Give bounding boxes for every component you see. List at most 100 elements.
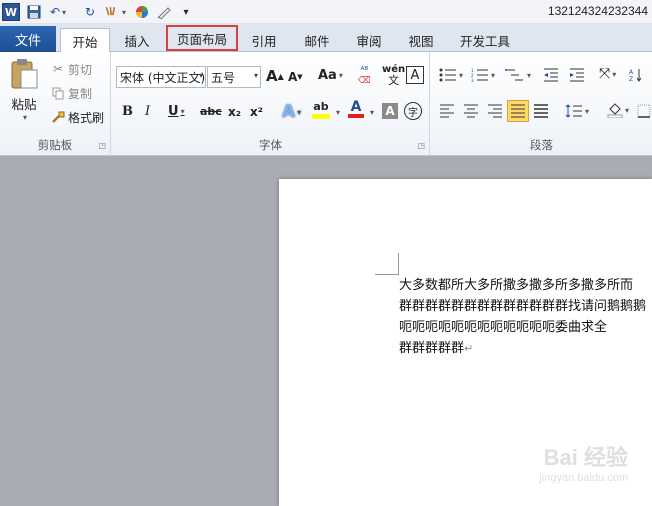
cut-button[interactable]: ✂ 剪切: [50, 60, 92, 78]
font-size-combo[interactable]: 五号 ▾: [207, 66, 261, 88]
bullets-icon: [439, 68, 456, 82]
text-effect-icon: A: [282, 102, 296, 122]
tab-file[interactable]: 文件: [0, 26, 56, 52]
strikethrough-button[interactable]: abc: [200, 105, 222, 118]
borders-icon: [637, 104, 651, 118]
chinese-layout-button[interactable]: ⤧ ▾: [599, 66, 616, 82]
pen-icon[interactable]: [156, 2, 172, 22]
align-center-button[interactable]: [463, 104, 479, 118]
underline-button[interactable]: U ▾: [168, 104, 185, 119]
align-right-icon: [488, 104, 502, 118]
brush-icon: [50, 110, 66, 124]
line-spacing-icon: [565, 104, 582, 118]
redo-icon[interactable]: ↻: [82, 2, 98, 22]
copy-button[interactable]: 复制: [50, 84, 92, 102]
copy-label: 复制: [68, 86, 93, 101]
superscript-button[interactable]: x²: [250, 105, 263, 119]
paragraph-group-label: 段落: [530, 138, 553, 152]
phonetic-guide-button[interactable]: wén 文: [382, 64, 405, 86]
scissors-icon: ✂: [52, 62, 64, 76]
doc-line-3: 呃呃呃呃呃呃呃呃呃呃呃呃委曲求全: [399, 320, 608, 335]
word-logo-icon[interactable]: W: [2, 3, 20, 21]
font-name-dropdown-icon[interactable]: ▾: [199, 71, 203, 80]
highlight-dropdown-icon[interactable]: ▾: [334, 108, 340, 117]
numbering-button[interactable]: 1 2 3 ▾: [471, 68, 495, 82]
line-spacing-button[interactable]: ▾: [565, 104, 589, 118]
multilevel-list-button[interactable]: ▾: [505, 68, 531, 82]
tab-insert[interactable]: 插入: [114, 28, 160, 52]
bold-button[interactable]: B: [122, 104, 133, 119]
paste-icon: [11, 59, 38, 89]
align-center-icon: [464, 104, 478, 118]
clear-format-eraser-icon: ⌫: [358, 76, 371, 86]
format-painter-button[interactable]: 格式刷: [50, 108, 104, 126]
document-body[interactable]: 大多数都所大多所撒多撒多所多撒多所而 群群群群群群群群群群群群群找请问鹅鹅鹅 呃…: [399, 275, 652, 359]
bullets-button[interactable]: ▾: [439, 68, 463, 82]
grow-font-button[interactable]: A ▲: [266, 67, 284, 85]
decrease-indent-icon: [544, 68, 558, 82]
group-font: 宋体 (中文正文) ▾ 五号 ▾ A ▲ A ▼ Aa ▾ ᴬᴮ ⌫ wén 文 A B …: [112, 52, 430, 156]
clipboard-launcher-icon[interactable]: ◳: [98, 141, 106, 150]
group-paragraph: ▾ 1 2 3 ▾ ▾ ⤧ ▾ AZ ▾ ▾ 段落: [431, 52, 652, 156]
highlight-button[interactable]: ab: [312, 101, 330, 119]
change-case-button[interactable]: Aa ▾: [318, 68, 343, 83]
paste-button[interactable]: 粘贴 ▾: [6, 58, 42, 128]
borders-button[interactable]: [637, 104, 651, 118]
enclose-chars-button[interactable]: 字: [404, 102, 422, 120]
tab-page-layout[interactable]: 页面布局: [166, 25, 238, 51]
underline-icon: U: [168, 104, 179, 119]
text-effect-button[interactable]: A ▾: [282, 102, 301, 122]
align-left-button[interactable]: [439, 104, 455, 118]
undo-icon[interactable]: ↶ ▾: [50, 2, 66, 22]
subscript-icon: x₂: [228, 105, 241, 119]
font-launcher-icon[interactable]: ◳: [417, 141, 425, 150]
grow-font-icon: A: [266, 67, 278, 85]
char-border-icon: A: [410, 67, 420, 83]
save-icon[interactable]: [26, 2, 42, 22]
subscript-button[interactable]: x₂: [228, 105, 241, 119]
watermark: Bai 经验 jingyan.baidu.com: [539, 440, 628, 484]
color-icon[interactable]: [134, 2, 150, 22]
italic-button[interactable]: I: [145, 104, 150, 119]
clear-format-button[interactable]: ᴬᴮ ⌫: [358, 66, 371, 86]
customize-icon[interactable]: ▾: [180, 2, 192, 22]
enclose-chars-icon: 字: [408, 107, 418, 119]
font-color-dropdown-icon[interactable]: ▾: [368, 108, 374, 117]
ribbon-tab-row: 文件 开始 插入 页面布局 引用 邮件 审阅 视图 开发工具: [0, 24, 652, 53]
tab-developer[interactable]: 开发工具: [452, 28, 518, 52]
tab-review[interactable]: 审阅: [348, 28, 390, 52]
distributed-button[interactable]: [533, 104, 549, 118]
margin-corner-mark: [375, 253, 399, 275]
tab-references[interactable]: 引用: [244, 28, 284, 52]
align-right-button[interactable]: [487, 104, 503, 118]
paste-dropdown-icon[interactable]: ▾: [23, 113, 27, 122]
font-name-value: 宋体 (中文正文): [120, 70, 206, 85]
ribbon: 粘贴 ▾ ✂ 剪切 复制 格式刷 剪贴板 ◳ 宋体 (中文正文) ▾ 五号 ▾ …: [0, 52, 652, 156]
font-color-icon: A: [350, 99, 362, 115]
increase-indent-button[interactable]: [569, 68, 585, 82]
tab-view[interactable]: 视图: [400, 28, 442, 52]
shrink-font-button[interactable]: A ▼: [288, 70, 303, 84]
title-bar: W ↶ ▾ ↻ ▾ ▾ 132124324232344: [0, 0, 652, 24]
font-group-label: 字体: [259, 138, 282, 152]
bold-icon: B: [122, 104, 133, 119]
watermark-logo: Bai 经验: [543, 445, 628, 470]
format-painter-icon[interactable]: ▾: [104, 2, 126, 22]
tab-home[interactable]: 开始: [60, 28, 110, 53]
font-size-dropdown-icon[interactable]: ▾: [254, 71, 258, 80]
clipboard-group-label: 剪贴板: [37, 138, 73, 152]
char-shading-button[interactable]: A: [382, 103, 398, 119]
char-border-button[interactable]: A: [406, 66, 424, 84]
sort-button[interactable]: AZ: [629, 68, 643, 82]
tab-mailings[interactable]: 邮件: [296, 28, 338, 52]
justify-button[interactable]: [507, 100, 529, 122]
font-color-button[interactable]: A: [348, 100, 364, 118]
numbering-icon: 123: [471, 68, 488, 82]
decrease-indent-button[interactable]: [543, 68, 559, 82]
font-size-value: 五号: [211, 70, 236, 85]
font-name-combo[interactable]: 宋体 (中文正文) ▾: [116, 66, 206, 88]
clear-format-icon: ᴬᴮ: [360, 66, 369, 76]
shading-button[interactable]: ▾: [607, 102, 629, 118]
justify-icon: [511, 104, 525, 118]
shrink-font-icon: A: [288, 70, 298, 84]
